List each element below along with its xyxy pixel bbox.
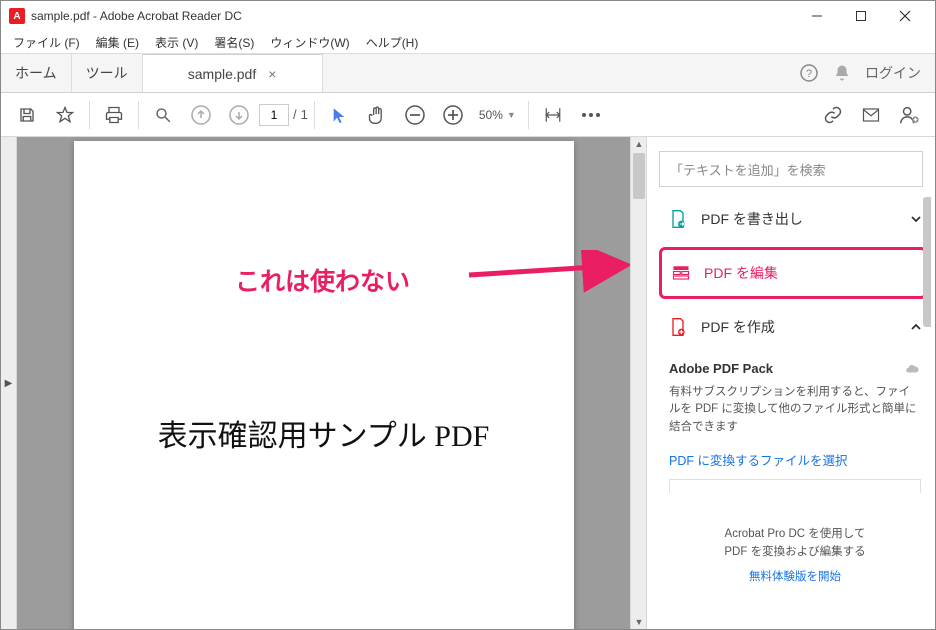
star-icon[interactable] <box>47 97 83 133</box>
tab-tools[interactable]: ツール <box>72 54 143 92</box>
tabs-row: ホーム ツール sample.pdf × ? ログイン <box>1 53 935 93</box>
search-tools-input[interactable]: 「テキストを追加」を検索 <box>659 151 923 187</box>
page-total: 1 <box>301 107 308 122</box>
tab-close-icon[interactable]: × <box>268 66 276 82</box>
menu-view[interactable]: 表示 (V) <box>147 32 206 53</box>
promo-line1: Acrobat Pro DC を使用して <box>659 525 931 543</box>
next-page-icon[interactable] <box>221 97 257 133</box>
menu-sign[interactable]: 署名(S) <box>206 32 262 53</box>
scroll-up-icon[interactable]: ▲ <box>631 139 647 149</box>
trial-link[interactable]: 無料体験版を開始 <box>659 568 931 586</box>
menu-window[interactable]: ウィンドウ(W) <box>262 32 357 53</box>
menu-file[interactable]: ファイル (F) <box>5 32 88 53</box>
tool-create-pdf[interactable]: PDF を作成 <box>659 305 931 349</box>
chevron-down-icon: ▼ <box>507 110 516 120</box>
tool-export-label: PDF を書き出し <box>701 209 909 229</box>
doc-scrollbar-thumb[interactable] <box>633 153 645 199</box>
export-pdf-icon <box>667 208 689 230</box>
chevron-up-icon <box>909 320 923 334</box>
save-icon[interactable] <box>9 97 45 133</box>
link-icon[interactable] <box>815 97 851 133</box>
pack-title: Adobe PDF Pack <box>669 361 773 376</box>
tool-create-label: PDF を作成 <box>701 317 909 337</box>
cloud-icon <box>903 362 921 376</box>
share-icon[interactable] <box>891 97 927 133</box>
promo-section: Acrobat Pro DC を使用して PDF を変換および編集する 無料体験… <box>659 525 931 586</box>
tab-document[interactable]: sample.pdf × <box>143 54 323 92</box>
mail-icon[interactable] <box>853 97 889 133</box>
app-icon: A <box>9 8 25 24</box>
promo-line2: PDF を変換および編集する <box>659 543 931 561</box>
tools-list: PDF を書き出し PDF を編集 PDF を作成 Adobe PDF Pack <box>659 197 931 629</box>
annotation-arrow-icon <box>467 250 630 300</box>
chevron-down-icon <box>909 212 923 226</box>
left-rail-toggle[interactable]: ▶ <box>1 137 17 629</box>
fit-width-icon[interactable] <box>535 97 571 133</box>
more-icon[interactable] <box>573 97 609 133</box>
tab-document-label: sample.pdf <box>188 66 256 82</box>
create-pdf-icon <box>667 316 689 338</box>
search-icon[interactable] <box>145 97 181 133</box>
tool-export-pdf[interactable]: PDF を書き出し <box>659 197 931 241</box>
select-tool-icon[interactable] <box>321 97 357 133</box>
menu-help[interactable]: ヘルプ(H) <box>358 32 427 53</box>
panel-scrollbar-thumb[interactable] <box>923 197 931 327</box>
zoom-value: 50% <box>479 108 503 122</box>
chevron-right-icon: ▶ <box>5 378 13 389</box>
window-title: sample.pdf - Adobe Acrobat Reader DC <box>31 9 795 23</box>
dropzone-top[interactable] <box>669 479 921 493</box>
tab-tools-label: ツール <box>86 63 128 83</box>
tool-edit-pdf[interactable]: PDF を編集 <box>659 247 927 299</box>
document-title-text: 表示確認用サンプル PDF <box>74 411 574 455</box>
right-panel: 「テキストを追加」を検索 PDF を書き出し PDF を編集 <box>646 137 935 629</box>
svg-text:?: ? <box>806 68 812 80</box>
login-button[interactable]: ログイン <box>865 63 921 83</box>
minimize-button[interactable] <box>795 1 839 31</box>
toolbar: / 1 50% ▼ <box>1 93 935 137</box>
maximize-button[interactable] <box>839 1 883 31</box>
page-input[interactable] <box>259 104 289 126</box>
page: 表示確認用サンプル PDF <box>74 141 574 629</box>
window-titlebar: A sample.pdf - Adobe Acrobat Reader DC <box>1 1 935 31</box>
tab-home[interactable]: ホーム <box>1 54 72 92</box>
tab-home-label: ホーム <box>15 63 57 83</box>
prev-page-icon[interactable] <box>183 97 219 133</box>
edit-pdf-icon <box>670 262 692 284</box>
pack-desc: 有料サブスクリプションを利用すると、ファイルを PDF に変換して他のファイル形… <box>669 384 921 436</box>
zoom-dropdown[interactable]: 50% ▼ <box>479 108 516 122</box>
pdf-pack-section: Adobe PDF Pack 有料サブスクリプションを利用すると、ファイルを P… <box>659 349 931 497</box>
scroll-down-icon[interactable]: ▼ <box>631 617 647 627</box>
close-button[interactable] <box>883 1 927 31</box>
doc-scrollbar[interactable]: ▲ ▼ <box>630 137 646 629</box>
main-area: ▶ 表示確認用サンプル PDF これは使わない ▲ ▼ 「テキストを追加」を検索… <box>1 137 935 629</box>
document-viewport[interactable]: 表示確認用サンプル PDF これは使わない <box>17 137 630 629</box>
help-icon[interactable]: ? <box>799 63 819 83</box>
tool-edit-label: PDF を編集 <box>704 263 916 283</box>
menubar: ファイル (F) 編集 (E) 表示 (V) 署名(S) ウィンドウ(W) ヘル… <box>1 31 935 53</box>
page-sep: / <box>293 107 297 122</box>
zoom-out-icon[interactable] <box>397 97 433 133</box>
hand-tool-icon[interactable] <box>359 97 395 133</box>
search-placeholder: 「テキストを追加」を検索 <box>670 160 826 179</box>
annotation-text: これは使わない <box>235 262 410 298</box>
zoom-in-icon[interactable] <box>435 97 471 133</box>
bell-icon[interactable] <box>833 64 851 82</box>
page-indicator: / 1 <box>259 104 308 126</box>
menu-edit[interactable]: 編集 (E) <box>88 32 147 53</box>
print-icon[interactable] <box>96 97 132 133</box>
select-file-link[interactable]: PDF に変換するファイルを選択 <box>669 454 847 468</box>
